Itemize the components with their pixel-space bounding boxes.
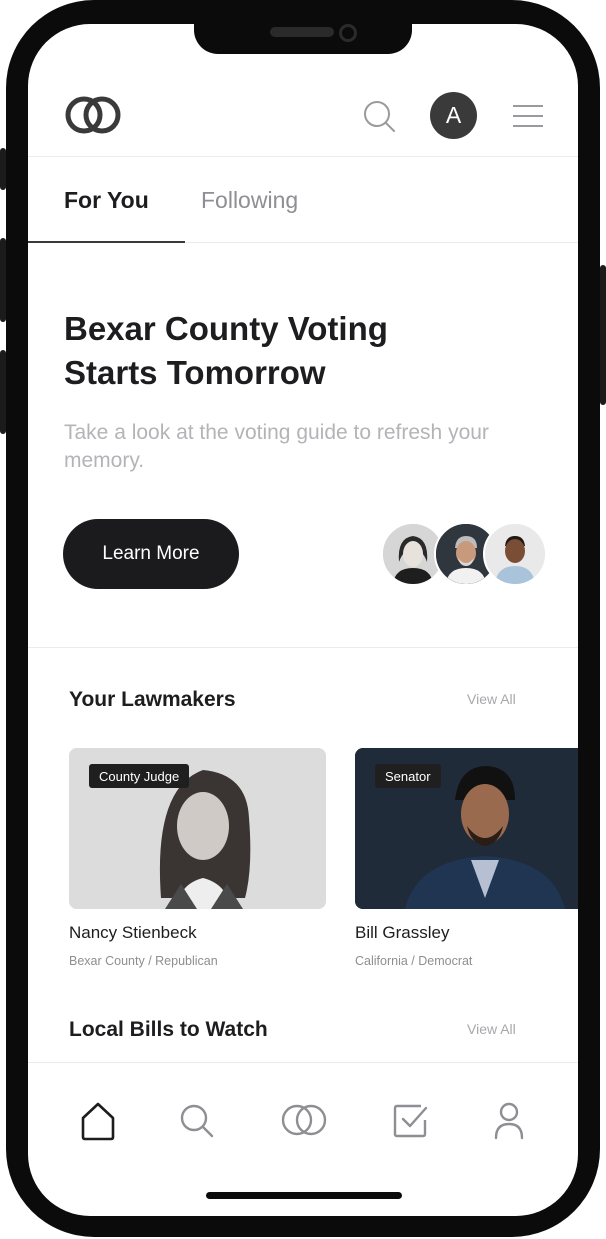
candidate-avatar-3 — [483, 522, 547, 586]
bottom-nav-divider — [28, 1062, 578, 1063]
lawmaker-meta-1: Bexar County / Republican — [69, 954, 218, 968]
lawmaker-badge-1: County Judge — [89, 764, 190, 788]
lawmaker-name-1[interactable]: Nancy Stienbeck — [69, 923, 197, 943]
header-divider — [28, 156, 578, 157]
lawmaker-name-2[interactable]: Bill Grassley — [355, 923, 449, 943]
checkbox-nav-icon[interactable] — [393, 1102, 429, 1138]
search-nav-icon[interactable] — [178, 1102, 216, 1140]
power-button — [600, 265, 606, 405]
home-indicator — [206, 1192, 402, 1199]
learn-more-button[interactable]: Learn More — [63, 519, 239, 589]
hero-title: Bexar County Voting Starts Tomorrow — [64, 310, 388, 391]
home-icon[interactable] — [80, 1099, 116, 1141]
tab-following[interactable]: Following — [201, 187, 298, 214]
user-avatar-button[interactable]: A — [430, 92, 477, 139]
lawmaker-card-image-2[interactable]: Senator — [355, 748, 578, 909]
bills-section-title: Local Bills to Watch — [69, 1018, 268, 1041]
phone-speaker — [270, 27, 334, 37]
app-screen: A For You Following Bexar County Voting … — [28, 24, 578, 1216]
active-tab-indicator — [28, 241, 185, 243]
rings-nav-icon[interactable] — [280, 1103, 328, 1137]
bills-view-all-link[interactable]: View All — [467, 1021, 516, 1037]
hero-subtitle: Take a look at the voting guide to refre… — [64, 421, 489, 472]
tab-for-you[interactable]: For You — [64, 187, 149, 214]
volume-down-button — [0, 350, 6, 434]
mute-switch — [0, 148, 6, 190]
avatar-initial: A — [445, 102, 462, 128]
lawmaker-badge-2: Senator — [375, 764, 441, 788]
lawmakers-section-title: Your Lawmakers — [69, 688, 236, 711]
lawmaker-card-image-1[interactable]: County Judge — [69, 748, 326, 909]
front-camera — [339, 24, 357, 42]
volume-up-button — [0, 238, 6, 322]
hamburger-menu-icon[interactable] — [512, 104, 544, 128]
lawmaker-meta-2: California / Democrat — [355, 954, 473, 968]
learn-more-label: Learn More — [102, 543, 200, 564]
hero-divider — [28, 647, 578, 648]
profile-nav-icon[interactable] — [494, 1102, 524, 1140]
search-icon[interactable] — [362, 99, 396, 133]
lawmakers-view-all-link[interactable]: View All — [467, 691, 516, 707]
rings-logo-icon[interactable] — [64, 92, 126, 138]
